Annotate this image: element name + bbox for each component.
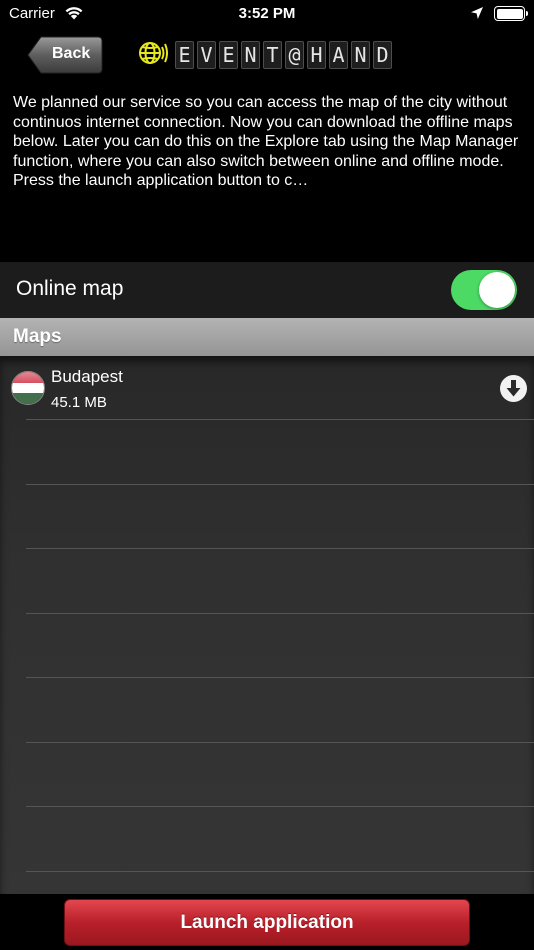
hungary-flag-icon bbox=[11, 371, 45, 405]
launch-application-button[interactable]: Launch application bbox=[64, 899, 470, 946]
back-button[interactable]: Back bbox=[27, 36, 103, 74]
logo-letter: A bbox=[329, 41, 348, 69]
logo-letter: N bbox=[351, 41, 370, 69]
bottom-bar: Launch application bbox=[0, 894, 534, 950]
list-item bbox=[0, 679, 534, 743]
location-arrow-icon bbox=[470, 6, 484, 25]
logo-letter: V bbox=[197, 41, 216, 69]
intro-text: We planned our service so you can access… bbox=[13, 94, 519, 190]
map-size: 45.1 MB bbox=[51, 394, 107, 411]
download-icon[interactable] bbox=[499, 374, 528, 408]
online-map-row: Online map bbox=[0, 262, 534, 318]
online-map-label: Online map bbox=[16, 277, 124, 300]
logo-letter: E bbox=[219, 41, 238, 69]
logo-letter: E bbox=[175, 41, 194, 69]
online-map-toggle[interactable] bbox=[451, 270, 517, 310]
logo-letter: T bbox=[263, 41, 282, 69]
logo-wordmark: E V E N T @ H A N D bbox=[175, 41, 395, 69]
row-separator bbox=[26, 870, 534, 872]
logo-letter: H bbox=[307, 41, 326, 69]
list-item bbox=[0, 614, 534, 678]
list-item bbox=[0, 808, 534, 872]
logo-letter: @ bbox=[285, 41, 304, 69]
event-at-hand-logo: E V E N T @ H A N D bbox=[137, 40, 395, 70]
map-name: Budapest bbox=[51, 367, 123, 386]
navigation-bar: Back E V E N T @ H A N D bbox=[0, 28, 534, 84]
intro-section: We planned our service so you can access… bbox=[0, 84, 534, 262]
battery-icon bbox=[494, 6, 528, 21]
list-item[interactable]: Budapest 45.1 MB bbox=[0, 356, 534, 420]
maps-list: Budapest 45.1 MB bbox=[0, 356, 534, 894]
status-bar: Carrier 3:52 PM bbox=[0, 0, 534, 28]
clock: 3:52 PM bbox=[238, 5, 296, 22]
logo-letter: D bbox=[373, 41, 392, 69]
maps-section-header: Maps bbox=[0, 318, 534, 356]
list-item bbox=[0, 485, 534, 549]
maps-section-title: Maps bbox=[13, 326, 62, 347]
list-item bbox=[0, 743, 534, 807]
list-item bbox=[0, 421, 534, 485]
globe-signal-icon bbox=[137, 38, 169, 73]
back-button-label: Back bbox=[52, 45, 91, 62]
list-item bbox=[0, 550, 534, 614]
logo-letter: N bbox=[241, 41, 260, 69]
toggle-knob bbox=[479, 272, 515, 308]
